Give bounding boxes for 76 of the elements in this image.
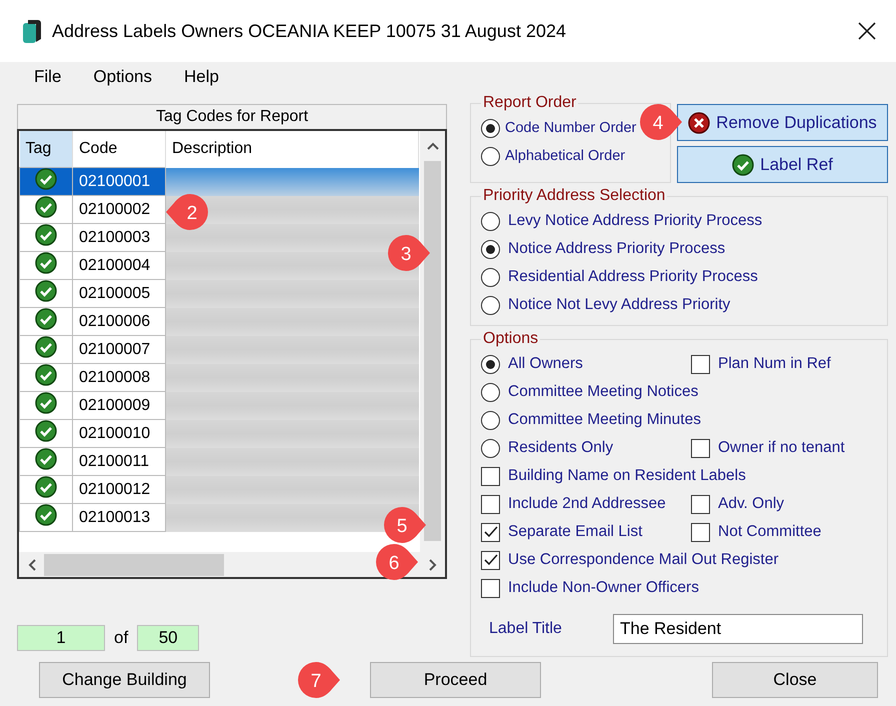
option-label: Building Name on Resident Labels — [508, 467, 746, 485]
radio-button[interactable] — [481, 354, 500, 374]
priority-group: Priority Address Selection Levy Notice Address Priority Process Notice Address Priority Process Residential Address Priority Process Notice Not Levy Address Priority — [470, 187, 888, 326]
field-label: Label Title — [489, 620, 563, 638]
option-label: Include 2nd Addressee — [508, 495, 666, 513]
checkbox[interactable] — [691, 522, 710, 542]
checkbox[interactable] — [691, 438, 710, 458]
option-label: Committee Meeting Notices — [508, 383, 698, 401]
menu-item[interactable]: Help — [168, 67, 235, 87]
check-icon — [35, 504, 57, 526]
code-cell: 02100013 — [72, 504, 166, 532]
check-icon — [35, 196, 57, 218]
checkbox[interactable] — [691, 494, 710, 514]
menu-item[interactable]: Options — [77, 67, 168, 87]
record-number: 1 — [17, 625, 105, 651]
check-icon — [35, 308, 57, 330]
option-label: Alphabetical Order — [505, 148, 626, 164]
dialog-button[interactable]: Close — [712, 662, 878, 698]
option-label: Adv. Only — [718, 495, 784, 513]
option-label: Owner if no tenant — [718, 439, 845, 457]
panel-title: Tag Codes for Report — [17, 104, 447, 129]
remove-button[interactable]: Remove Duplications — [677, 104, 888, 141]
radio-button[interactable] — [481, 118, 500, 138]
option-label: Code Number Order — [505, 120, 636, 136]
option-label: Residential Address Priority Process — [508, 268, 758, 286]
check-icon — [35, 448, 57, 470]
check-icon — [35, 476, 57, 498]
checkbox[interactable] — [691, 354, 710, 374]
option-label: Committee Meeting Minutes — [508, 411, 701, 429]
column-header[interactable]: Tag — [20, 131, 72, 168]
check-icon — [732, 154, 754, 176]
option-label: Include Non-Owner Officers — [508, 579, 699, 597]
check-icon — [35, 224, 57, 246]
radio-button[interactable] — [481, 146, 500, 166]
label-title-field[interactable]: The Resident — [613, 614, 863, 644]
radio-button[interactable] — [481, 296, 500, 314]
label-ref-button[interactable]: Label Ref — [677, 146, 888, 183]
column-header[interactable]: Code — [72, 131, 166, 168]
option-label: Use Correspondence Mail Out Register — [508, 551, 779, 569]
check-icon — [35, 280, 57, 302]
option-label: All Owners — [508, 355, 583, 373]
option-label: Residents Only — [508, 439, 614, 457]
menu-item[interactable]: File — [18, 67, 78, 87]
check-icon — [35, 420, 57, 442]
check-icon — [35, 364, 57, 386]
checkbox[interactable] — [481, 550, 500, 570]
radio-button[interactable] — [481, 212, 500, 230]
dialog-button[interactable]: Change Building — [39, 662, 210, 698]
check-icon — [35, 392, 57, 414]
check-icon — [35, 168, 57, 190]
option-label: Notice Address Priority Process — [508, 240, 726, 258]
remove-icon — [688, 112, 710, 134]
radio-button[interactable] — [481, 240, 500, 258]
checkbox[interactable] — [481, 522, 500, 542]
option-label: Not Committee — [718, 523, 822, 541]
option-label: Levy Notice Address Priority Process — [508, 212, 762, 230]
option-label: Separate Email List — [508, 523, 642, 541]
radio-button[interactable] — [481, 410, 500, 430]
check-icon — [35, 252, 57, 274]
column-header[interactable]: Description — [166, 131, 418, 168]
counter-label: of — [114, 628, 128, 648]
app-icon — [22, 18, 42, 44]
checkbox[interactable] — [481, 466, 500, 486]
option-label: Plan Num in Ref — [718, 355, 831, 373]
window-title: Address Labels Owners OCEANIA KEEP 10075 31 August 2024 — [52, 20, 567, 42]
radio-button[interactable] — [481, 268, 500, 286]
checkbox[interactable] — [481, 494, 500, 514]
radio-button[interactable] — [481, 438, 500, 458]
checkbox[interactable] — [481, 578, 500, 598]
code-cell: 02100001 — [72, 168, 166, 196]
dialog-button[interactable]: Proceed — [370, 662, 541, 698]
radio-button[interactable] — [481, 382, 500, 402]
check-icon — [35, 336, 57, 358]
record-total: 50 — [137, 625, 200, 651]
options-group: Options All Owners Plan Num in Ref Committee Meeting Notices Committee Meeting Minutes Residents Only Owner if no tenant Building Name on Resident Labels Include 2nd Addressee Adv. Only Separate Email List Not Committee Use Correspondence Mail Out Register Include Non-Owner Officers Label Title The Resident — [470, 330, 888, 657]
option-label: Notice Not Levy Address Priority — [508, 296, 730, 314]
